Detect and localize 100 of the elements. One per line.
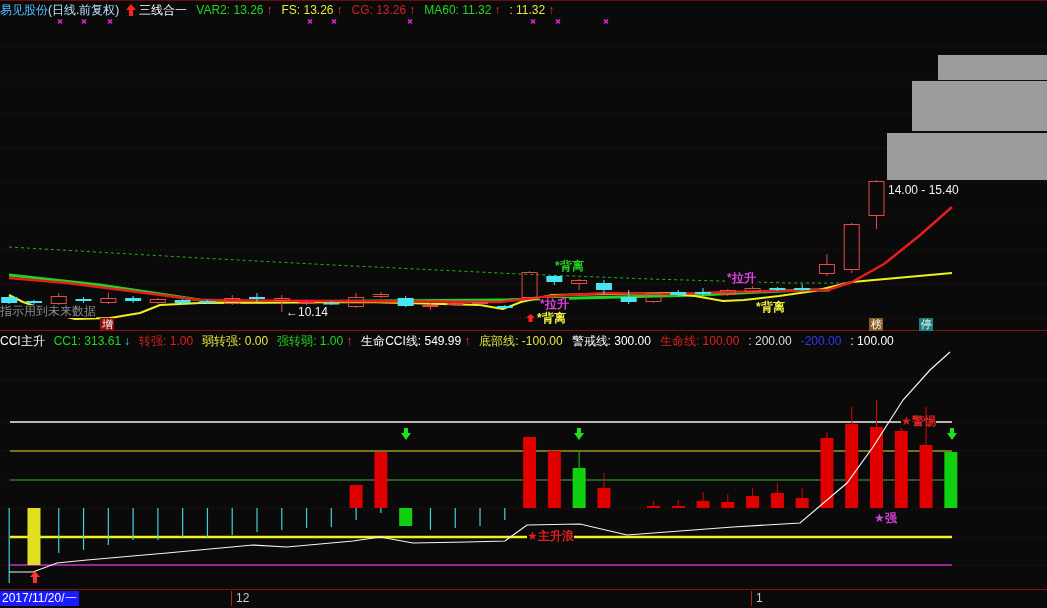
indicator-name: CCI主升 bbox=[0, 332, 45, 350]
period-label: (日线.前复权) bbox=[48, 2, 120, 18]
candlestick bbox=[199, 299, 216, 305]
indicator-bar bbox=[27, 508, 41, 565]
price-label: ←10.14 bbox=[286, 306, 329, 319]
indicator-bar bbox=[746, 487, 760, 508]
candlestick bbox=[224, 294, 241, 306]
trend-arrow: ↑ bbox=[336, 2, 343, 18]
candlestick bbox=[496, 304, 513, 310]
candlestick bbox=[719, 288, 736, 297]
candlestick bbox=[571, 278, 588, 291]
indicator-bar bbox=[58, 508, 60, 553]
legend-value: -200.00 bbox=[800, 332, 842, 350]
candlestick bbox=[100, 292, 117, 305]
candlestick bbox=[818, 253, 835, 277]
indicator-bar bbox=[182, 508, 184, 537]
legend-value: CG: 13.26 bbox=[351, 2, 407, 18]
signal-label: *拉升 bbox=[727, 272, 756, 285]
legend-value: 警戒线: 300.00 bbox=[571, 332, 651, 350]
indicator-bar bbox=[721, 493, 735, 508]
candlestick bbox=[769, 286, 786, 292]
cross-mark-icon bbox=[307, 19, 313, 25]
trend-arrow: ↑ bbox=[346, 332, 353, 350]
indicator-bar bbox=[795, 487, 809, 508]
legend-value: MA60: 11.32 bbox=[424, 2, 492, 18]
indicator-bar bbox=[281, 508, 283, 530]
indicator-bar bbox=[399, 508, 413, 526]
indicator-bar bbox=[454, 508, 456, 528]
indicator-bar bbox=[572, 450, 586, 508]
legend-value: CC1: 313.61 bbox=[53, 332, 122, 350]
axis-label: 12 bbox=[231, 591, 250, 606]
indicator-bar bbox=[82, 508, 85, 550]
legend-value: 转强: 1.00 bbox=[139, 332, 194, 350]
signal-label: *背离 bbox=[537, 312, 566, 325]
indicator-bar bbox=[597, 472, 611, 508]
candlestick bbox=[125, 295, 142, 304]
cross-mark-icon bbox=[57, 19, 63, 25]
candlestick bbox=[323, 300, 340, 306]
chart-note: 指示用到未来数据 bbox=[0, 305, 96, 318]
cross-mark-icon bbox=[555, 19, 561, 25]
legend-value: : 100.00 bbox=[850, 332, 894, 350]
candlestick bbox=[348, 292, 365, 309]
up-arrow-icon bbox=[526, 314, 535, 322]
candlestick bbox=[695, 287, 712, 297]
candlestick bbox=[620, 289, 637, 305]
trend-arrow: ↓ bbox=[124, 332, 131, 350]
candlestick bbox=[843, 222, 860, 274]
indicator-bar bbox=[479, 508, 481, 526]
candlestick bbox=[546, 274, 563, 286]
indicator-bar bbox=[231, 508, 233, 535]
up-arrow-icon bbox=[30, 571, 40, 583]
candlestick bbox=[744, 285, 761, 294]
candlestick bbox=[595, 279, 612, 295]
indicator-bar bbox=[107, 508, 109, 545]
trend-arrow: ↑ bbox=[464, 332, 471, 350]
indicator-bar bbox=[504, 508, 506, 520]
indicator-bar bbox=[647, 500, 660, 508]
indicator-bar bbox=[132, 508, 134, 540]
signal-label: *背离 bbox=[756, 301, 785, 314]
cross-mark-icon bbox=[603, 19, 609, 25]
cross-mark-icon bbox=[331, 19, 337, 25]
signal-label: ★强 bbox=[874, 512, 897, 525]
legend-value: 生命CCI线: 549.99 bbox=[361, 332, 462, 350]
down-arrow-icon bbox=[401, 428, 411, 440]
cursor-date: 2017/11/20/一 bbox=[0, 591, 79, 606]
legend-value: : 200.00 bbox=[748, 332, 792, 350]
signal-label: ★警惕 bbox=[901, 415, 936, 428]
signal-tag: 停 bbox=[919, 318, 933, 331]
price-label: 14.00 - 15.40 bbox=[888, 184, 959, 197]
indicator-bar bbox=[770, 482, 784, 508]
legend-value: 生命线: 100.00 bbox=[659, 332, 740, 350]
trend-arrow: ↑ bbox=[266, 2, 273, 18]
candlestick bbox=[26, 299, 42, 305]
indicator-bar bbox=[944, 452, 958, 508]
signal-tag: 榜 bbox=[869, 318, 883, 331]
axis-label: 1 bbox=[751, 591, 763, 606]
down-arrow-icon bbox=[947, 428, 957, 440]
legend-value: 强转弱: 1.00 bbox=[277, 332, 344, 350]
indicator-bar bbox=[429, 508, 432, 530]
indicator-bar bbox=[523, 437, 537, 508]
legend-value: FS: 13.26 bbox=[281, 2, 334, 18]
legend-value: : 11.32 bbox=[509, 2, 546, 18]
legend-value: VAR2: 13.26 bbox=[196, 2, 264, 18]
indicator-bar bbox=[206, 508, 209, 537]
signal-label: ★主升浪 bbox=[527, 530, 574, 543]
cross-mark-icon bbox=[530, 19, 536, 25]
candlestick bbox=[249, 292, 265, 303]
up-arrow-icon bbox=[126, 4, 137, 16]
candlestick bbox=[273, 294, 290, 313]
candlestick bbox=[645, 291, 662, 304]
indicator-bar bbox=[330, 508, 332, 527]
candlestick bbox=[174, 298, 191, 305]
indicator-bar bbox=[547, 451, 561, 508]
candlestick bbox=[397, 295, 414, 308]
candlestick bbox=[521, 270, 538, 300]
candlestick bbox=[1, 295, 18, 305]
stock-name: 易见股份 bbox=[0, 2, 48, 18]
signal-tag: 增 bbox=[100, 318, 114, 331]
cross-mark-icon bbox=[407, 19, 413, 25]
signal-label: *拉升 bbox=[540, 298, 569, 311]
